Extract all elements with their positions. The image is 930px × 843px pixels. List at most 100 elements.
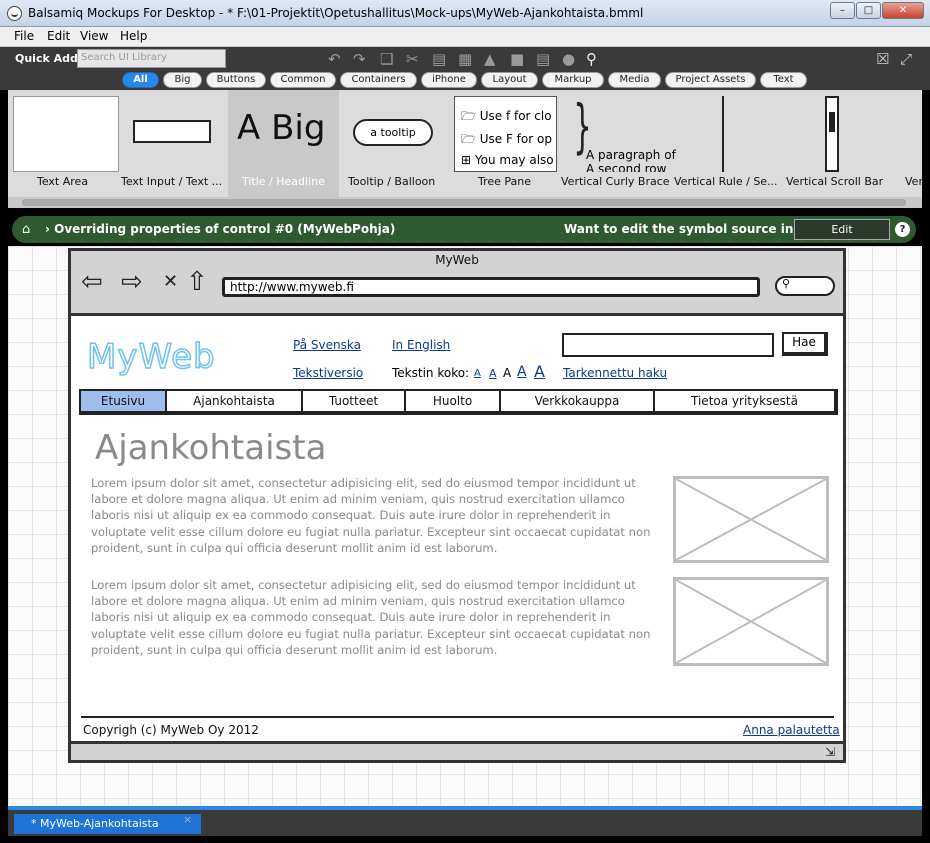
url-address-field[interactable]: http://www.myweb.fi <box>222 277 760 297</box>
category-all[interactable]: All <box>122 72 159 88</box>
back-arrow-icon[interactable]: ⇦ <box>81 267 103 297</box>
tab-etusivu[interactable]: Etusivu <box>81 391 167 411</box>
font-size-s[interactable]: A <box>489 367 497 380</box>
align-icon[interactable]: ▤ <box>536 50 550 68</box>
category-layout[interactable]: Layout <box>481 72 538 88</box>
zoom-search-icon[interactable]: ⚲ <box>586 50 597 68</box>
tree-item: 🗁 Use F for op <box>461 132 552 146</box>
ui-library-scrollbar[interactable] <box>8 197 922 208</box>
text-input-thumb[interactable] <box>133 120 211 143</box>
close-window-icon[interactable]: ✕ <box>882 2 924 19</box>
expand-plus-icon: ⊞ <box>461 153 472 167</box>
window-titlebar[interactable]: Balsamiq Mockups For Desktop - * F:\01-P… <box>0 0 930 27</box>
stop-x-icon[interactable]: ✕ <box>163 271 178 292</box>
body-paragraph: Lorem ipsum dolor sit amet, consectetur … <box>91 476 651 555</box>
ui-library-categories: All Big Buttons Common Containers iPhone… <box>0 70 930 90</box>
category-big[interactable]: Big <box>163 72 202 88</box>
category-media[interactable]: Media <box>608 72 661 88</box>
redo-icon[interactable]: ↷ <box>353 50 366 68</box>
library-label: Tree Pane <box>478 175 532 188</box>
forward-arrow-icon[interactable]: ⇨ <box>121 267 143 297</box>
tooltip-thumb[interactable]: a tooltip <box>353 119 433 146</box>
site-search-input[interactable] <box>562 333 774 357</box>
minimize-icon[interactable]: – <box>830 2 855 19</box>
edit-symbol-button[interactable]: Edit <box>794 219 890 240</box>
font-size-xs[interactable]: A <box>474 368 481 379</box>
font-size-m[interactable]: A <box>503 366 511 380</box>
category-text[interactable]: Text <box>760 72 807 88</box>
browser-search-field[interactable]: ⚲ <box>775 276 835 296</box>
category-common[interactable]: Common <box>270 72 336 88</box>
library-label: Vertical Curly Brace <box>561 175 670 188</box>
fullscreen-icon[interactable]: ⤢ <box>900 50 912 68</box>
send-back-icon[interactable]: ■ <box>510 50 524 68</box>
category-markup[interactable]: Markup <box>542 72 604 88</box>
tab-tietoa-yrityksesta[interactable]: Tietoa yrityksestä <box>655 391 834 411</box>
link-text-version[interactable]: Tekstiversio <box>293 366 363 380</box>
category-buttons[interactable]: Buttons <box>206 72 266 88</box>
help-icon[interactable]: ? <box>895 222 910 237</box>
window-title: Balsamiq Mockups For Desktop - * F:\01-P… <box>28 6 644 20</box>
paste-icon[interactable]: ▤ <box>432 50 446 68</box>
menu-file[interactable]: File <box>14 29 34 43</box>
font-size-label: Tekstin koko: <box>392 366 470 380</box>
library-label: Ver <box>905 175 922 188</box>
magnifier-icon: ⚲ <box>782 277 791 290</box>
menu-view[interactable]: View <box>80 29 108 43</box>
tree-item: ⊞ You may also <box>461 153 554 167</box>
home-icon[interactable]: ⌂ <box>22 222 30 237</box>
document-tab-bar: * MyWeb-Ajankohtaista × <box>8 806 922 836</box>
text-area-thumb[interactable] <box>13 96 119 172</box>
maximize-icon[interactable]: □ <box>856 2 881 19</box>
paragraph-thumb[interactable]: A paragraph of A second row <box>586 148 676 172</box>
category-project-assets[interactable]: Project Assets <box>665 72 756 88</box>
big-title-sample: A Big <box>237 108 326 148</box>
close-tab-icon[interactable]: × <box>183 813 192 826</box>
menu-edit[interactable]: Edit <box>47 29 70 43</box>
tab-verkkokauppa[interactable]: Verkkokauppa <box>501 391 655 411</box>
myweb-logo: MyWeb <box>86 336 216 378</box>
menu-help[interactable]: Help <box>120 29 147 43</box>
home-house-icon[interactable]: ⇧ <box>186 267 208 297</box>
quick-add-label: Quick Add: <box>15 52 83 65</box>
app-smiley-icon <box>7 6 22 21</box>
font-size-l[interactable]: A <box>517 364 527 380</box>
link-feedback[interactable]: Anna palautetta <box>743 723 840 737</box>
font-size-xl[interactable]: A <box>534 362 545 381</box>
browser-title: MyWeb <box>435 253 479 267</box>
copy-icon[interactable]: ❏ <box>380 50 393 68</box>
scrollbar-thumb[interactable] <box>22 199 906 206</box>
ui-library-strip: Text Area Text Input / Text ... A Big Ti… <box>8 90 922 197</box>
override-text: › Overriding properties of control #0 (M… <box>45 222 396 236</box>
footer-divider <box>81 716 834 718</box>
tree-pane-thumb[interactable]: 🗁 Use f for clo 🗁 Use F for op ⊞ You may… <box>454 96 557 172</box>
bring-front-icon[interactable]: ▲ <box>484 50 496 68</box>
lock-icon[interactable]: ● <box>562 50 575 68</box>
link-english[interactable]: In English <box>392 338 450 352</box>
undo-icon[interactable]: ↶ <box>328 50 341 68</box>
resize-grip-icon[interactable]: ⇲ <box>825 745 835 759</box>
search-button[interactable]: Hae <box>782 332 828 356</box>
library-label: Vertical Rule / Se... <box>674 175 778 188</box>
copyright-text: Copyrigh (c) MyWeb Oy 2012 <box>83 723 259 737</box>
document-tab[interactable]: * MyWeb-Ajankohtaista <box>14 814 201 834</box>
category-containers[interactable]: Containers <box>340 72 417 88</box>
body-paragraph: Lorem ipsum dolor sit amet, consectetur … <box>91 578 651 657</box>
tab-tuotteet[interactable]: Tuotteet <box>303 391 406 411</box>
cut-icon[interactable]: ✂ <box>406 50 419 68</box>
group-icon[interactable]: ▦ <box>458 50 472 68</box>
vertical-scrollbar-thumb[interactable] <box>825 96 839 172</box>
library-label: Vertical Scroll Bar <box>786 175 884 188</box>
link-advanced-search[interactable]: Tarkennettu haku <box>563 366 667 380</box>
tab-ajankohtaista[interactable]: Ajankohtaista <box>167 391 303 411</box>
vertical-rule-thumb[interactable] <box>722 96 724 172</box>
ui-library-search-input[interactable]: Search UI Library <box>77 49 226 68</box>
category-iphone[interactable]: iPhone <box>421 72 477 88</box>
browser-header: MyWeb ⇦ ⇨ ✕ ⇧ http://www.myweb.fi ⚲ <box>71 251 843 316</box>
tab-huolto[interactable]: Huolto <box>406 391 501 411</box>
scroll-knob <box>829 112 835 132</box>
folder-icon: 🗁 <box>461 132 476 146</box>
trash-icon[interactable]: ☒ <box>876 50 889 68</box>
browser-mockup[interactable]: MyWeb ⇦ ⇨ ✕ ⇧ http://www.myweb.fi ⚲ MyWe… <box>68 248 846 763</box>
link-swedish[interactable]: På Svenska <box>293 338 361 352</box>
